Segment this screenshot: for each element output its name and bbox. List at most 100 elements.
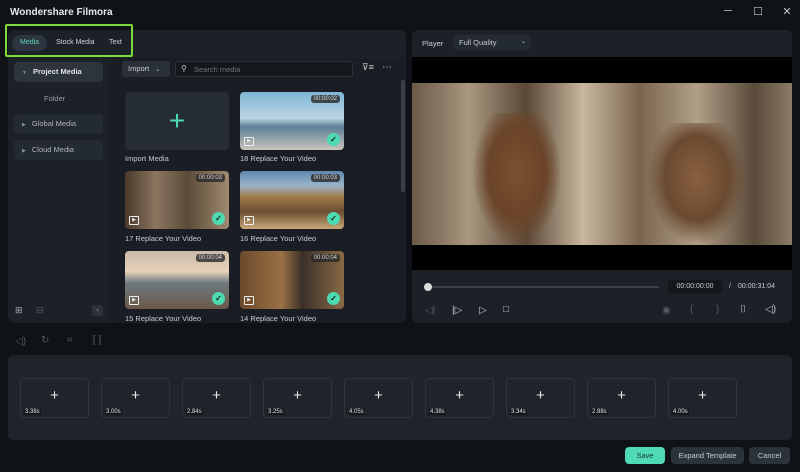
progress-track[interactable] [427,286,659,288]
search-icon: ⚲ [181,64,187,73]
plus-icon: + [50,387,59,404]
check-icon: ✓ [212,212,225,225]
clip-duration: 4.05s [348,409,365,415]
clip-duration: 3.25s [267,409,284,415]
collapse-sidebar-button[interactable]: ‹ [92,305,103,316]
render-preview-icon[interactable]: ◉ [662,305,671,316]
video-icon: ▶ [244,137,254,146]
plus-icon: + [131,387,140,404]
video-frame [412,83,792,245]
clip-duration: 2.88s [591,409,608,415]
plus-icon: + [212,387,221,404]
stop-icon[interactable]: □ [503,304,509,315]
player-label: Player [422,39,444,48]
mark-out-icon[interactable]: } [716,304,719,315]
app-title: Wondershare Filmora [10,7,113,18]
progress-handle[interactable] [424,283,432,291]
duration-badge: 00:00:03 [195,174,225,182]
video-icon: ▶ [129,296,139,305]
clip-duration: 4.38s [429,409,446,415]
sidebar-item-cloud-media[interactable]: ▶ Cloud Media [14,140,103,160]
crop-icon[interactable]: ⌗ [67,335,73,346]
plus-icon: + [536,387,545,404]
filter-icon[interactable]: ⊽≡ [362,62,374,73]
import-media-tile[interactable]: + [125,92,229,150]
sidebar-item-label: Cloud Media [31,145,74,154]
clip-duration: 2.84s [186,409,203,415]
minimize-button[interactable]: ─ [721,5,735,17]
save-button[interactable]: Save [625,447,665,464]
fit-icon[interactable]: ⟦⟧ [92,335,102,346]
plus-icon: + [374,387,383,404]
search-box[interactable]: ⚲ [175,61,353,77]
media-label: 15 Replace Your Video [125,314,202,323]
close-button[interactable]: ✕ [780,5,794,18]
current-time[interactable]: 00:00:00:00 [668,280,722,294]
caret-icon: ▼ [22,70,27,76]
time-separator: / [729,283,731,290]
clip-slot[interactable]: +3.00s [101,378,170,418]
check-icon: ✓ [212,292,225,305]
volume-icon[interactable]: ◁) [765,304,776,315]
caret-icon: ▶ [22,148,26,154]
duration-badge: 00:00:03 [310,174,340,182]
plus-icon: + [293,387,302,404]
media-label: Import Media [125,154,169,163]
sidebar-item-folder[interactable]: Folder [44,94,65,103]
snapshot-icon[interactable]: ⌷ [740,304,746,315]
clip-duration: 3.38s [24,409,41,415]
cyclist-right [647,123,747,245]
media-thumbnail[interactable]: 00:00:03 ▶ ✓ [240,171,344,229]
plus-icon: + [698,387,707,404]
duration-badge: 00:00:04 [195,254,225,262]
new-folder-icon[interactable]: ⊞ [15,305,23,316]
chevron-down-icon: ⌄ [520,39,526,45]
clip-duration: 3.34s [510,409,527,415]
sidebar-item-global-media[interactable]: ▶ Global Media [14,114,103,134]
sidebar-item-label: Global Media [31,119,77,128]
check-icon: ✓ [327,212,340,225]
quality-label: Full Quality [459,38,497,47]
video-icon: ▶ [244,296,254,305]
delete-folder-icon[interactable]: ⊟ [36,305,44,316]
clip-slot[interactable]: +2.88s [587,378,656,418]
cyclist-left [472,113,562,245]
clip-slot[interactable]: +4.00s [668,378,737,418]
media-thumbnail[interactable]: 00:00:03 ▶ ✓ [125,171,229,229]
media-thumbnail[interactable]: 00:00:02 ▶ ✓ [240,92,344,150]
clip-slot[interactable]: +3.34s [506,378,575,418]
plus-icon: + [617,387,626,404]
search-input[interactable] [194,63,344,75]
media-thumbnail[interactable]: 00:00:04 ▶ ✓ [240,251,344,309]
mark-in-icon[interactable]: { [690,304,693,315]
video-preview[interactable] [412,57,792,270]
media-label: 18 Replace Your Video [240,154,317,163]
maximize-button[interactable]: ☐ [751,5,765,18]
clip-duration: 3.00s [105,409,122,415]
quality-dropdown[interactable]: Full Quality ⌄ [453,35,531,50]
scrollbar[interactable] [401,80,405,192]
clip-slot[interactable]: +3.38s [20,378,89,418]
plus-icon: + [455,387,464,404]
rotate-icon[interactable]: ↻ [41,335,49,346]
audio-icon[interactable]: ◁) [15,336,26,347]
video-icon: ▶ [129,216,139,225]
media-label: 17 Replace Your Video [125,234,202,243]
sidebar-item-project-media[interactable]: ▼ Project Media [14,62,103,82]
clip-slot[interactable]: +2.84s [182,378,251,418]
clip-slot[interactable]: +4.38s [425,378,494,418]
play-icon[interactable]: ▷ [479,305,487,316]
next-frame-icon[interactable]: |▷ [452,305,462,316]
more-options-icon[interactable]: ⋯ [382,62,392,73]
clip-slot[interactable]: +4.05s [344,378,413,418]
media-label: 14 Replace Your Video [240,314,317,323]
media-thumbnail[interactable]: 00:00:04 ▶ ✓ [125,251,229,309]
expand-template-button[interactable]: Expand Template [671,447,744,464]
previous-frame-icon[interactable]: ◁| [425,305,435,316]
import-dropdown[interactable]: Import ⌄ [122,61,170,77]
cancel-button[interactable]: Cancel [749,447,790,464]
total-time: 00:00:31:04 [738,283,775,290]
check-icon: ✓ [327,292,340,305]
chevron-down-icon: ⌄ [155,67,161,73]
clip-slot[interactable]: +3.25s [263,378,332,418]
